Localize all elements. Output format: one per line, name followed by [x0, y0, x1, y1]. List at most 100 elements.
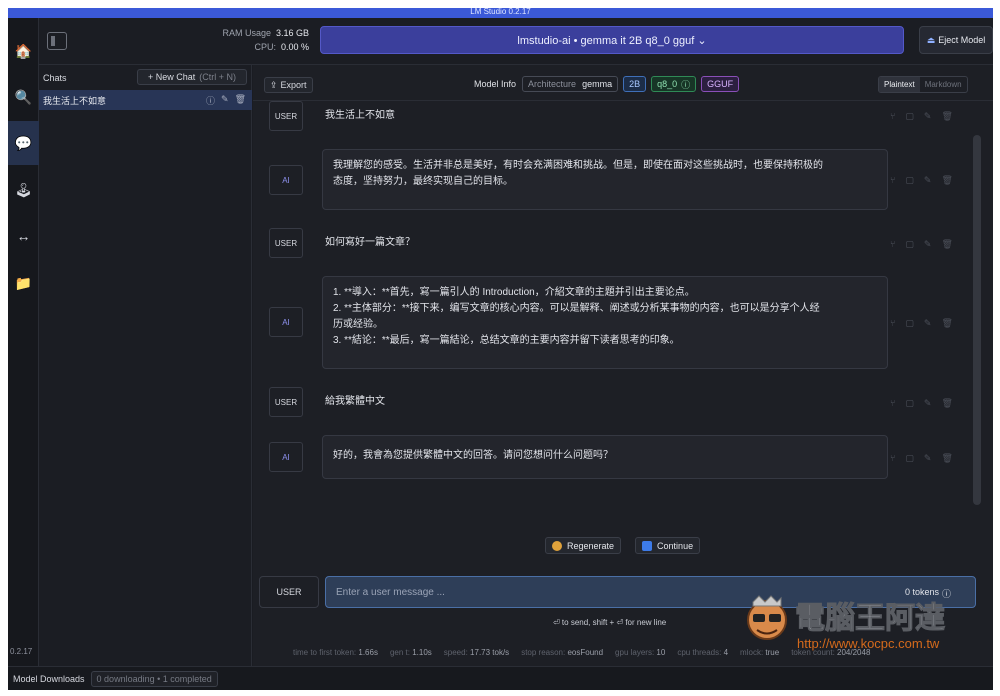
branch-icon[interactable]: ⑂: [890, 239, 895, 250]
message-row: AI: [269, 442, 303, 472]
quant-badge[interactable]: q8_0 ⓘ: [651, 76, 697, 92]
sidebar-toggle-icon[interactable]: [47, 32, 67, 50]
local-server-icon[interactable]: 🕹: [8, 168, 39, 212]
chat-list-item[interactable]: 我生活上不如意 ⓘ ✎ 🗑: [39, 90, 252, 110]
architecture-label: Architecture: [528, 79, 577, 89]
trash-icon[interactable]: 🗑: [941, 239, 952, 250]
branch-icon[interactable]: ⑂: [890, 398, 895, 409]
token-counter: 0 tokens ⓘ: [905, 587, 951, 600]
message-row: USER: [269, 101, 303, 131]
info-icon[interactable]: ⓘ: [206, 94, 215, 107]
message-actions: ⑂ ▢ ✎ 🗑: [890, 239, 953, 250]
eject-model-button[interactable]: ⏏ Eject Model: [919, 26, 993, 54]
role-badge-user[interactable]: USER: [269, 387, 303, 417]
play-icon: [642, 540, 653, 551]
trash-icon[interactable]: 🗑: [941, 398, 952, 409]
edit-icon[interactable]: ✎: [924, 239, 932, 250]
message-text: 我生活上不如意: [325, 110, 395, 121]
composer-role-button[interactable]: USER: [259, 576, 319, 608]
architecture-value: gemma: [582, 79, 613, 89]
export-icon: ⇪: [270, 79, 278, 90]
ai-message-bubble[interactable]: 我理解您的感受。生活并非总是美好，有时会充满困难和挑战。但是，即使在面对这些挑战…: [322, 149, 888, 210]
trash-icon[interactable]: 🗑: [235, 94, 246, 107]
branch-icon[interactable]: ⑂: [890, 453, 895, 464]
arrows-icon[interactable]: ↔: [8, 214, 39, 258]
trash-icon[interactable]: 🗑: [941, 175, 952, 186]
model-downloads-label[interactable]: Model Downloads: [13, 674, 85, 684]
role-badge-user[interactable]: USER: [269, 228, 303, 258]
new-chat-shortcut: (Ctrl + N): [199, 72, 237, 82]
chat-main: ⇪ Export Model Info Architecture gemma 2…: [253, 65, 993, 666]
edit-icon[interactable]: ✎: [924, 318, 932, 329]
export-button[interactable]: ⇪ Export: [264, 77, 313, 93]
message-line: 2. **主体部分：**接下来，编写文章的核心内容。可以是解释、阐述或分析某事物…: [333, 303, 820, 314]
branch-icon[interactable]: ⑂: [890, 111, 895, 122]
copy-icon[interactable]: ▢: [905, 453, 914, 464]
eject-icon: ⏏: [926, 34, 936, 45]
regenerate-icon: [552, 540, 562, 551]
architecture-chip: Architecture gemma: [522, 76, 619, 92]
send-hint: ⏎ to send, shift + ⏎ for new line: [553, 618, 667, 627]
format-badge: GGUF: [701, 76, 740, 92]
eject-label: Eject Model: [938, 35, 986, 45]
stat-item: stop reason: eosFound: [521, 648, 604, 657]
new-chat-label: + New Chat: [147, 72, 196, 82]
message-line: 历或经验。: [333, 319, 383, 330]
generation-actions: Regenerate Continue: [545, 537, 701, 554]
bottom-bar: Model Downloads 0 downloading • 1 comple…: [8, 666, 993, 690]
edit-icon[interactable]: ✎: [924, 175, 932, 186]
role-badge-ai[interactable]: AI: [269, 442, 303, 472]
message-row: AI: [269, 165, 303, 195]
continue-label: Continue: [657, 540, 694, 551]
new-chat-button[interactable]: + New Chat (Ctrl + N): [137, 69, 247, 85]
branch-icon[interactable]: ⑂: [890, 318, 895, 329]
chats-header: Chats: [43, 73, 67, 83]
stat-item: gen t: 1.10s: [389, 648, 432, 657]
system-stats: RAM Usage 3.16 GB CPU: 0.00 %: [199, 26, 309, 54]
message-row: USER: [269, 387, 303, 417]
message-actions: ⑂ ▢ ✎ 🗑: [890, 453, 953, 464]
message-actions: ⑂ ▢ ✎ 🗑: [890, 318, 953, 329]
message-line: 3. **結论：**最后，寫一篇結论，总结文章的主要内容并留下读者思考的印象。: [333, 335, 680, 346]
edit-icon[interactable]: ✎: [924, 111, 932, 122]
generation-stats: time to first token: 1.66s gen t: 1.10s …: [293, 648, 993, 657]
stat-item: speed: 17.73 tok/s: [443, 648, 510, 657]
regenerate-button[interactable]: Regenerate: [545, 537, 622, 554]
copy-icon[interactable]: ▢: [905, 318, 914, 329]
folder-icon[interactable]: 📁: [8, 261, 39, 305]
ai-message-bubble[interactable]: 好的，我會為您提供繁體中文的回答。请问您想问什么问题吗？: [322, 435, 888, 479]
trash-icon[interactable]: 🗑: [941, 453, 952, 464]
chat-icon[interactable]: 💬: [8, 121, 39, 165]
window-title: LM Studio 0.2.17: [8, 8, 993, 18]
edit-icon[interactable]: ✎: [221, 94, 229, 107]
copy-icon[interactable]: ▢: [905, 239, 914, 250]
branch-icon[interactable]: ⑂: [890, 175, 895, 186]
model-info: Model Info Architecture gemma 2B q8_0 ⓘ …: [474, 76, 740, 92]
message-input[interactable]: [325, 576, 976, 608]
model-selector[interactable]: lmstudio-ai • gemma it 2B q8_0 gguf ⌄: [320, 26, 904, 54]
message-actions: ⑂ ▢ ✎ 🗑: [890, 398, 953, 409]
edit-icon[interactable]: ✎: [924, 398, 932, 409]
trash-icon[interactable]: 🗑: [941, 318, 952, 329]
markdown-tab[interactable]: Markdown: [920, 77, 967, 92]
cpu-value: 0.00 %: [280, 42, 309, 52]
home-icon[interactable]: 🏠: [8, 29, 39, 73]
ai-message-bubble[interactable]: 1. **導入：**首先，寫一篇引人的 Introduction，介紹文章的主題…: [322, 276, 888, 369]
plaintext-tab[interactable]: Plaintext: [879, 77, 920, 92]
copy-icon[interactable]: ▢: [905, 175, 914, 186]
copy-icon[interactable]: ▢: [905, 398, 914, 409]
edit-icon[interactable]: ✎: [924, 453, 932, 464]
message-text: 給我繁體中文: [325, 396, 385, 407]
nav-rail: 🏠 🔍 💬 🕹 ↔ 📁 0.2.17: [8, 18, 39, 666]
copy-icon[interactable]: ▢: [905, 111, 914, 122]
app-version: 0.2.17: [10, 647, 33, 656]
trash-icon[interactable]: 🗑: [941, 111, 952, 122]
role-badge-ai[interactable]: AI: [269, 307, 303, 337]
search-icon[interactable]: 🔍: [8, 75, 39, 119]
role-badge-ai[interactable]: AI: [269, 165, 303, 195]
message-composer: USER 0 tokens ⓘ: [253, 573, 993, 613]
role-badge-user[interactable]: USER: [269, 101, 303, 131]
chat-scrollbar[interactable]: [973, 135, 981, 505]
continue-button[interactable]: Continue: [635, 537, 701, 554]
downloads-status[interactable]: 0 downloading • 1 completed: [90, 670, 218, 687]
